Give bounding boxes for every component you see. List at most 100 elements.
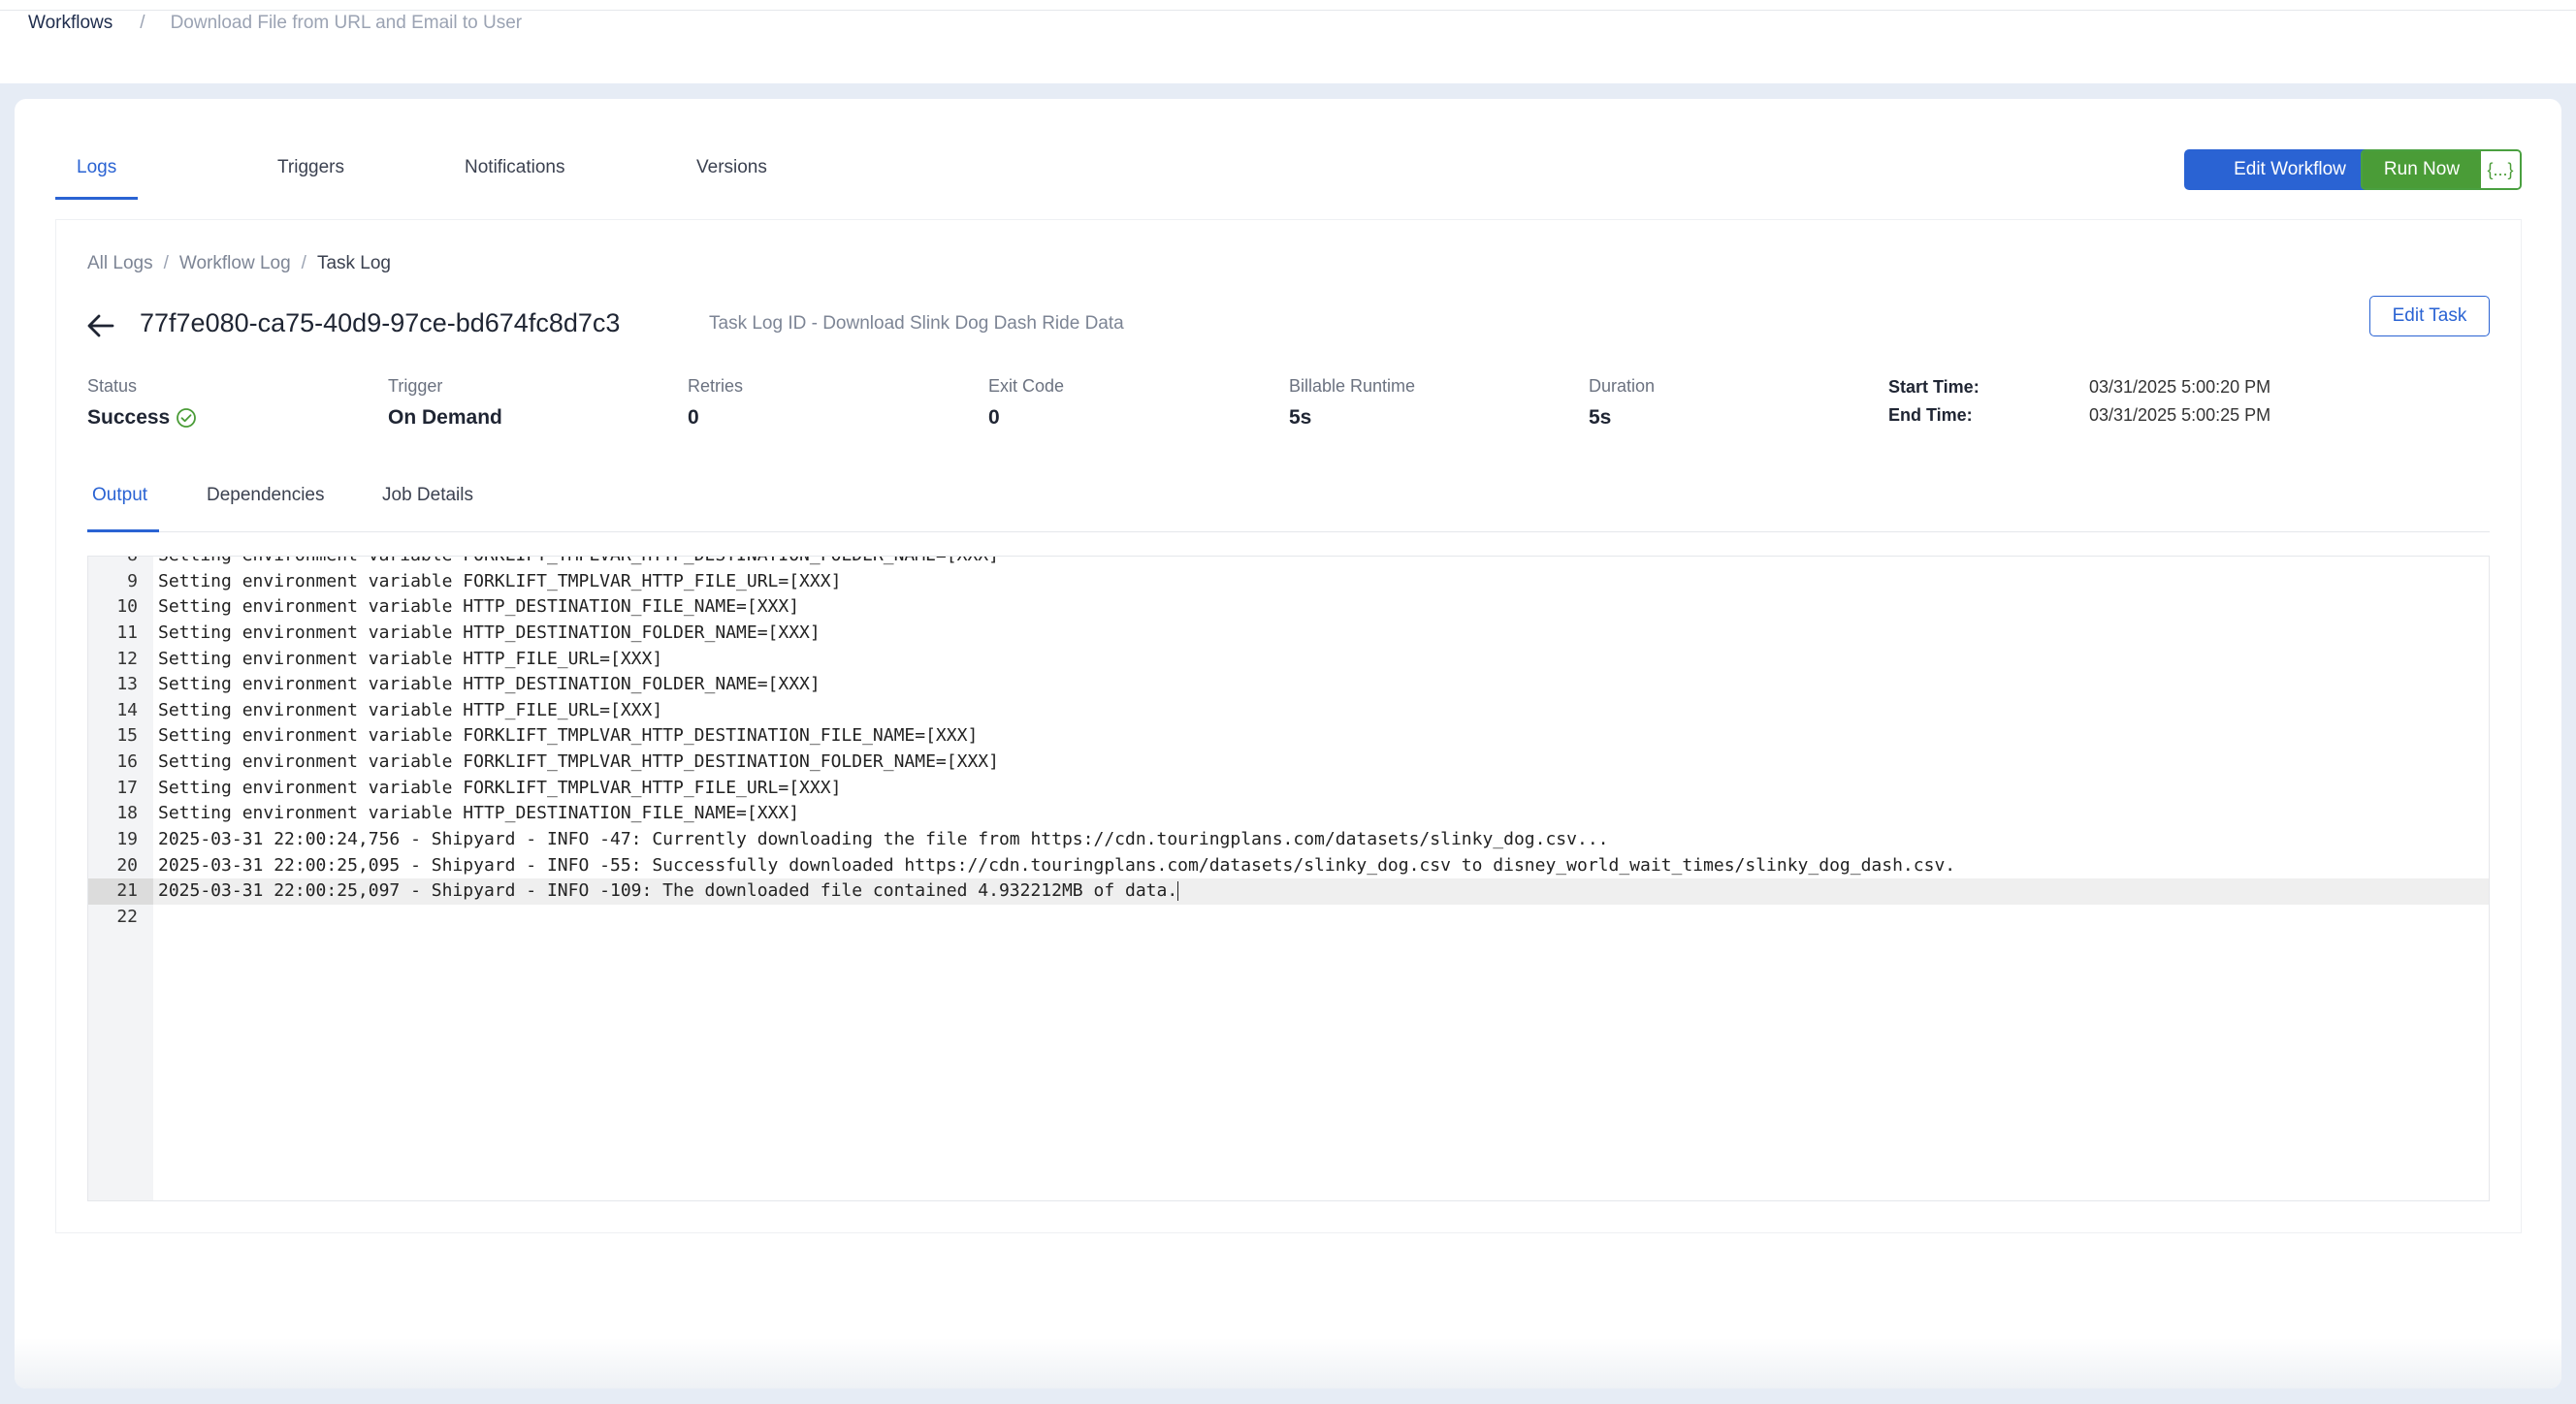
- stat-label: Retries: [688, 376, 744, 396]
- line-number: 16: [116, 751, 138, 773]
- line-number: 18: [116, 803, 138, 824]
- line-number: 19: [116, 829, 138, 850]
- log-line: 13 Setting environment variable HTTP_DEST…: [88, 672, 2489, 698]
- log-breadcrumb-separator: /: [301, 253, 306, 273]
- stat-trigger: Trigger On Demand: [388, 376, 502, 430]
- tab-versions[interactable]: Versions: [696, 157, 767, 178]
- stat-value-wrap: Success: [87, 406, 197, 430]
- log-line: 22: [88, 905, 2489, 931]
- log-text: 2025-03-31 22:00:25,097 - Shipyard - INF…: [158, 880, 1179, 902]
- stat-label: Status: [87, 376, 138, 396]
- retries-value: 0: [688, 406, 699, 429]
- stat-billable-runtime: Billable Runtime 5s: [1289, 376, 1415, 430]
- top-divider: [0, 10, 2576, 11]
- tab-notifications[interactable]: Notifications: [465, 157, 565, 178]
- tab-logs[interactable]: Logs: [77, 157, 116, 178]
- run-now-group: Run Now {...}: [2361, 149, 2522, 190]
- back-arrow-icon[interactable]: [85, 310, 116, 341]
- line-number: 20: [116, 854, 138, 876]
- stat-duration: Duration 5s: [1589, 376, 1655, 430]
- tab-triggers[interactable]: Triggers: [277, 157, 344, 178]
- line-number: 8: [88, 557, 138, 569]
- log-line: 10 Setting environment variable HTTP_DEST…: [88, 594, 2489, 621]
- top-bar: Workflows / Download File from URL and E…: [0, 0, 2576, 83]
- stat-exit-code: Exit Code 0: [988, 376, 1064, 430]
- log-line: 14 Setting environment variable HTTP_FILE…: [88, 698, 2489, 724]
- end-time-label: End Time:: [1888, 405, 1973, 425]
- log-line: 11 Setting environment variable HTTP_DEST…: [88, 621, 2489, 647]
- run-now-button[interactable]: Run Now: [2363, 151, 2481, 188]
- tab-output[interactable]: Output: [92, 485, 147, 506]
- log-line: 9 Setting environment variable FORKLIFT_T…: [88, 569, 2489, 595]
- log-line: 20 2025-03-31 22:00:25,095 - Shipyard - I…: [88, 853, 2489, 879]
- task-log-subtitle: Task Log ID - Download Slink Dog Dash Ri…: [709, 313, 1124, 334]
- log-line: 18 Setting environment variable HTTP_DEST…: [88, 801, 2489, 827]
- stat-label: Duration: [1589, 376, 1656, 396]
- billable-runtime-value: 5s: [1289, 406, 1312, 429]
- status-value: Success: [87, 406, 171, 429]
- text-cursor: [1177, 881, 1179, 902]
- start-time-label: Start Time:: [1888, 377, 1980, 397]
- output-log-viewer[interactable]: 8 Setting environment variable FORKLIFT_T…: [87, 556, 2490, 1201]
- log-text: Setting environment variable FORKLIFT_TM…: [158, 557, 999, 569]
- log-text: Setting environment variable HTTP_FILE_U…: [158, 699, 663, 720]
- stat-retries: Retries 0: [688, 376, 743, 430]
- log-text: Setting environment variable FORKLIFT_TM…: [158, 570, 842, 591]
- line-number: 12: [116, 648, 138, 669]
- log-line: 21 2025-03-31 22:00:25,097 - Shipyard - I…: [88, 878, 2489, 905]
- log-text: 2025-03-31 22:00:25,095 - Shipyard - INF…: [158, 854, 1956, 876]
- breadcrumb-current: Download File from URL and Email to User: [170, 13, 523, 33]
- log-breadcrumb: All Logs / Workflow Log / Task Log: [87, 253, 391, 274]
- duration-value: 5s: [1589, 406, 1612, 429]
- exit-code-value: 0: [988, 406, 1000, 429]
- breadcrumb-workflows-link[interactable]: Workflows: [28, 13, 113, 34]
- log-text: Setting environment variable HTTP_DESTIN…: [158, 803, 800, 824]
- active-tab-indicator: [55, 197, 138, 200]
- line-number: 11: [116, 622, 138, 643]
- active-subtab-indicator: [87, 529, 159, 532]
- log-line: 17 Setting environment variable FORKLIFT_…: [88, 776, 2489, 802]
- log-line: 8 Setting environment variable FORKLIFT_T…: [88, 557, 2489, 569]
- workflow-log-link[interactable]: Workflow Log: [179, 253, 291, 274]
- log-line: 15 Setting environment variable FORKLIFT_…: [88, 723, 2489, 750]
- line-number: 15: [116, 725, 138, 747]
- stat-label: Exit Code: [988, 376, 1065, 396]
- breadcrumb-separator: /: [140, 13, 145, 33]
- edit-task-button[interactable]: Edit Task: [2369, 296, 2490, 336]
- log-lines: 8 Setting environment variable FORKLIFT_T…: [88, 557, 2489, 931]
- log-text: Setting environment variable FORKLIFT_TM…: [158, 777, 842, 798]
- log-breadcrumb-separator: /: [163, 253, 169, 273]
- log-text: Setting environment variable FORKLIFT_TM…: [158, 751, 999, 773]
- breadcrumb: Workflows / Download File from URL and E…: [28, 13, 522, 34]
- tab-job-details[interactable]: Job Details: [382, 485, 473, 506]
- log-text: Setting environment variable FORKLIFT_TM…: [158, 725, 979, 747]
- stat-label: Billable Runtime: [1289, 376, 1416, 396]
- success-check-icon: [177, 408, 197, 428]
- line-number: 22: [116, 906, 138, 927]
- line-number: 21: [88, 878, 153, 905]
- line-number: 9: [127, 570, 138, 591]
- stat-label: Trigger: [388, 376, 443, 396]
- log-text: Setting environment variable HTTP_DESTIN…: [158, 622, 821, 643]
- output-subtabs: Output Dependencies Job Details: [87, 475, 2490, 532]
- trigger-value: On Demand: [388, 406, 502, 429]
- log-text: 2025-03-31 22:00:24,756 - Shipyard - INF…: [158, 829, 1609, 850]
- tab-dependencies[interactable]: Dependencies: [207, 485, 324, 506]
- main-tabs: Logs Triggers Notifications Versions: [55, 144, 783, 200]
- log-text: Setting environment variable HTTP_FILE_U…: [158, 648, 663, 669]
- log-line: 19 2025-03-31 22:00:24,756 - Shipyard - I…: [88, 827, 2489, 853]
- start-time-value: 03/31/2025 5:00:20 PM: [2089, 377, 2271, 397]
- json-params-button[interactable]: {...}: [2481, 151, 2520, 188]
- line-number: 17: [116, 777, 138, 798]
- all-logs-link[interactable]: All Logs: [87, 253, 153, 274]
- task-log-id: 77f7e080-ca75-40d9-97ce-bd674fc8d7c3: [140, 308, 621, 337]
- log-text: Setting environment variable HTTP_DESTIN…: [158, 596, 800, 618]
- stat-status: Status Success: [87, 376, 197, 430]
- card-bottom-fade: [15, 1338, 2561, 1388]
- log-text: Setting environment variable HTTP_DESTIN…: [158, 674, 821, 695]
- line-number: 14: [116, 699, 138, 720]
- log-line: 12 Setting environment variable HTTP_FILE…: [88, 647, 2489, 673]
- end-time-value: 03/31/2025 5:00:25 PM: [2089, 405, 2271, 425]
- log-line: 16 Setting environment variable FORKLIFT_…: [88, 750, 2489, 776]
- task-log-current: Task Log: [316, 253, 391, 273]
